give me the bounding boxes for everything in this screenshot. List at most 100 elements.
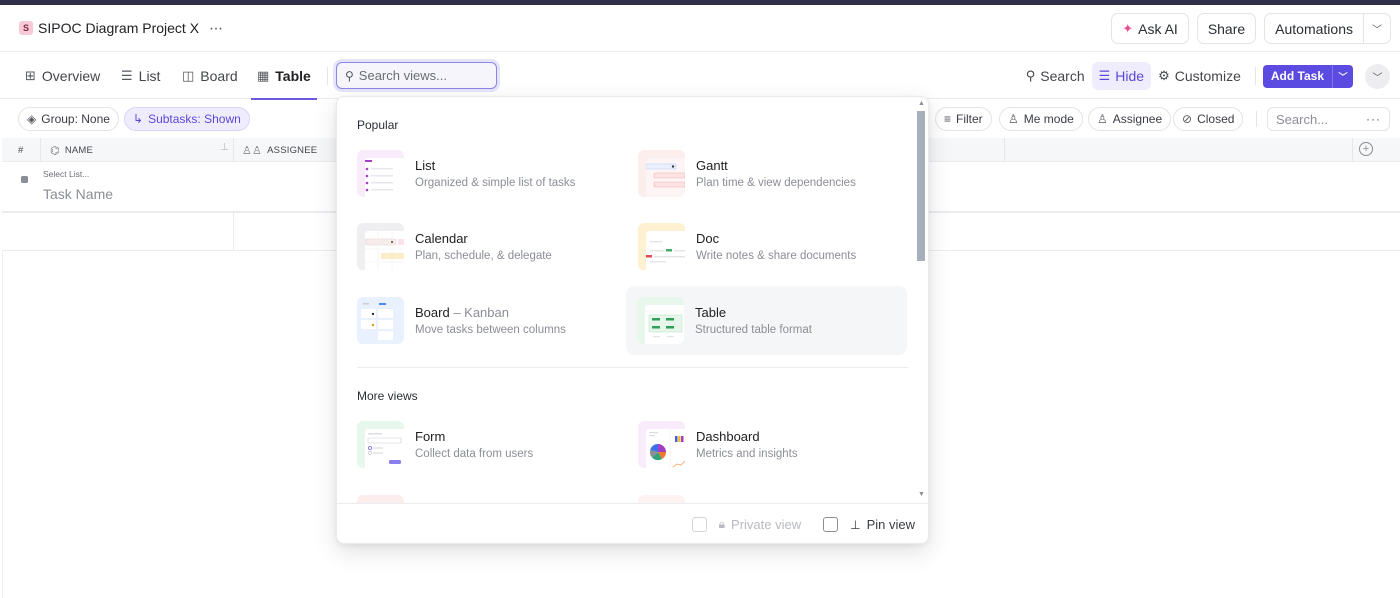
search-label: Search <box>1040 68 1085 84</box>
view-option-calendar[interactable]: Calendar Plan, schedule, & delegate <box>349 212 630 281</box>
table-edge <box>2 251 3 598</box>
automations-label[interactable]: Automations <box>1265 14 1364 43</box>
table-search-input[interactable] <box>1276 111 1361 127</box>
gear-icon: ⚙ <box>1158 68 1170 83</box>
pin-icon: ⊥ <box>850 517 861 532</box>
view-option-description: Move tasks between columns <box>415 324 566 336</box>
view-actions: ⚲ Search ☰ Hide ⚙ Customize Add Task ﹀ ﹀ <box>1019 62 1390 90</box>
lock-icon: 🔒︎ <box>718 517 726 531</box>
board-preview-icon <box>361 303 393 340</box>
task-name-input[interactable]: Task Name <box>43 186 113 202</box>
view-search-field[interactable]: ⚲ <box>336 62 497 89</box>
subtasks-chip[interactable]: ↳ Subtasks: Shown <box>124 107 250 131</box>
pin-view-option[interactable]: ⊥ Pin view <box>823 517 915 532</box>
view-option-list[interactable]: List Organized & simple list of tasks <box>349 139 630 208</box>
list-view-thumbnail <box>357 150 404 197</box>
divider <box>1254 67 1256 85</box>
add-task-button[interactable]: Add Task ﹀ <box>1262 64 1353 88</box>
assignee-label: Assignee <box>1112 112 1163 126</box>
private-view-checkbox[interactable] <box>691 517 707 532</box>
add-column-icon[interactable]: + <box>1359 142 1373 156</box>
section-divider <box>357 367 908 368</box>
collapse-header-button[interactable]: ﹀ <box>1365 63 1390 89</box>
subtasks-icon: ↳ <box>133 112 144 126</box>
view-option-doc[interactable]: Doc Write notes & share documents <box>630 212 911 281</box>
share-button[interactable]: Share <box>1196 13 1257 44</box>
users-icon: ♙ <box>1097 112 1108 126</box>
group-label: Group: None <box>41 112 110 126</box>
view-option-table[interactable]: Table Structured table format <box>626 286 907 355</box>
private-view-option[interactable]: 🔒︎ Private view <box>691 517 802 532</box>
view-option-description: Structured table format <box>695 324 812 336</box>
view-option-title: List <box>415 158 436 173</box>
view-picker-list[interactable]: Popular List Organized & simple list of … <box>337 97 928 503</box>
filter-label: Filter <box>956 112 983 126</box>
board-icon: ◫ <box>182 68 195 83</box>
view-option-dashboard[interactable]: Dashboard Metrics and insights <box>630 410 911 479</box>
user-icon: ♙ <box>1008 112 1019 126</box>
column-label: ASSIGNEE <box>267 144 318 156</box>
filter-chip[interactable]: ≡ Filter <box>935 107 992 131</box>
table-search-field[interactable]: ··· <box>1267 107 1390 131</box>
closed-chip[interactable]: ⊘ Closed <box>1173 107 1244 131</box>
tab-list[interactable]: ☰ List <box>121 53 160 99</box>
scroll-up-arrow-icon[interactable]: ▲ <box>918 100 925 107</box>
view-option-description: Metrics and insights <box>696 448 798 460</box>
view-search-input[interactable] <box>358 68 484 83</box>
column-label: NAME <box>64 144 94 156</box>
dashboard-view-thumbnail <box>638 421 685 468</box>
view-option-suffix: – Kanban <box>449 305 509 320</box>
pin-view-checkbox[interactable] <box>823 517 839 532</box>
view-option-title: Board – Kanban <box>415 305 566 320</box>
chevron-down-icon[interactable]: ﹀ <box>1364 21 1390 36</box>
table-view-thumbnail <box>637 297 684 344</box>
search-icon: ⚲ <box>1025 68 1036 83</box>
status-square-icon[interactable] <box>21 176 28 183</box>
select-list-dropdown[interactable]: Select List... <box>43 169 89 179</box>
group-chip[interactable]: ◈ Group: None <box>18 107 119 131</box>
tab-table[interactable]: ▦ Table <box>251 53 317 100</box>
view-option-title: Dashboard <box>696 429 760 444</box>
search-button[interactable]: ⚲ Search <box>1019 62 1092 90</box>
view-option-title: Doc <box>696 231 720 246</box>
column-assignee[interactable]: ♙♙ ASSIGNEE <box>242 138 317 162</box>
scrollbar-thumb[interactable] <box>917 111 925 261</box>
list-preview-icon <box>365 160 393 192</box>
tab-overview[interactable]: ⊞ Overview <box>25 53 100 99</box>
view-option-description: Organized & simple list of tasks <box>415 177 576 189</box>
scroll-down-arrow-icon[interactable]: ▼ <box>918 491 925 498</box>
ask-ai-label: Ask AI <box>1138 20 1178 37</box>
table-icon: ▦ <box>257 68 270 83</box>
column-divider <box>233 213 234 250</box>
tab-label: Table <box>275 68 311 84</box>
view-option-description: Plan time & view dependencies <box>696 177 856 189</box>
board-view-thumbnail <box>357 297 404 344</box>
hide-button[interactable]: ☰ Hide <box>1091 62 1152 90</box>
add-task-label[interactable]: Add Task <box>1263 64 1333 88</box>
section-title-popular: Popular <box>357 118 399 132</box>
column-name[interactable]: ⌬ NAME <box>50 138 93 162</box>
tab-label: Board <box>200 68 238 84</box>
tab-board[interactable]: ◫ Board <box>182 53 238 99</box>
project-more-icon[interactable]: ⋯ <box>209 20 224 37</box>
project-title[interactable]: SIPOC Diagram Project X <box>38 20 199 36</box>
view-option-title: Calendar <box>415 231 468 246</box>
view-option-thumbnail-partial <box>357 495 404 503</box>
me-mode-chip[interactable]: ♙ Me mode <box>999 107 1083 131</box>
more-icon[interactable]: ··· <box>1366 112 1381 126</box>
gantt-preview-icon <box>645 163 685 188</box>
view-option-form[interactable]: Form Collect data from users <box>349 410 630 479</box>
table-preview-icon <box>645 310 684 338</box>
automations-button[interactable]: Automations ﹀ <box>1264 13 1391 44</box>
me-mode-label: Me mode <box>1023 112 1074 126</box>
view-option-gantt[interactable]: Gantt Plan time & view dependencies <box>630 139 911 208</box>
private-view-label: Private view <box>731 517 802 532</box>
chevron-down-icon[interactable]: ﹀ <box>1333 70 1353 83</box>
view-option-title: Table <box>695 305 727 320</box>
sparkle-icon: ✦ <box>1122 20 1134 36</box>
view-option-board[interactable]: Board – Kanban Move tasks between column… <box>349 286 630 355</box>
ask-ai-button[interactable]: ✦ Ask AI <box>1111 13 1189 44</box>
assignee-chip[interactable]: ♙ Assignee <box>1088 107 1172 131</box>
pin-icon[interactable]: ⊥ <box>220 142 229 153</box>
customize-button[interactable]: ⚙ Customize <box>1151 62 1248 90</box>
